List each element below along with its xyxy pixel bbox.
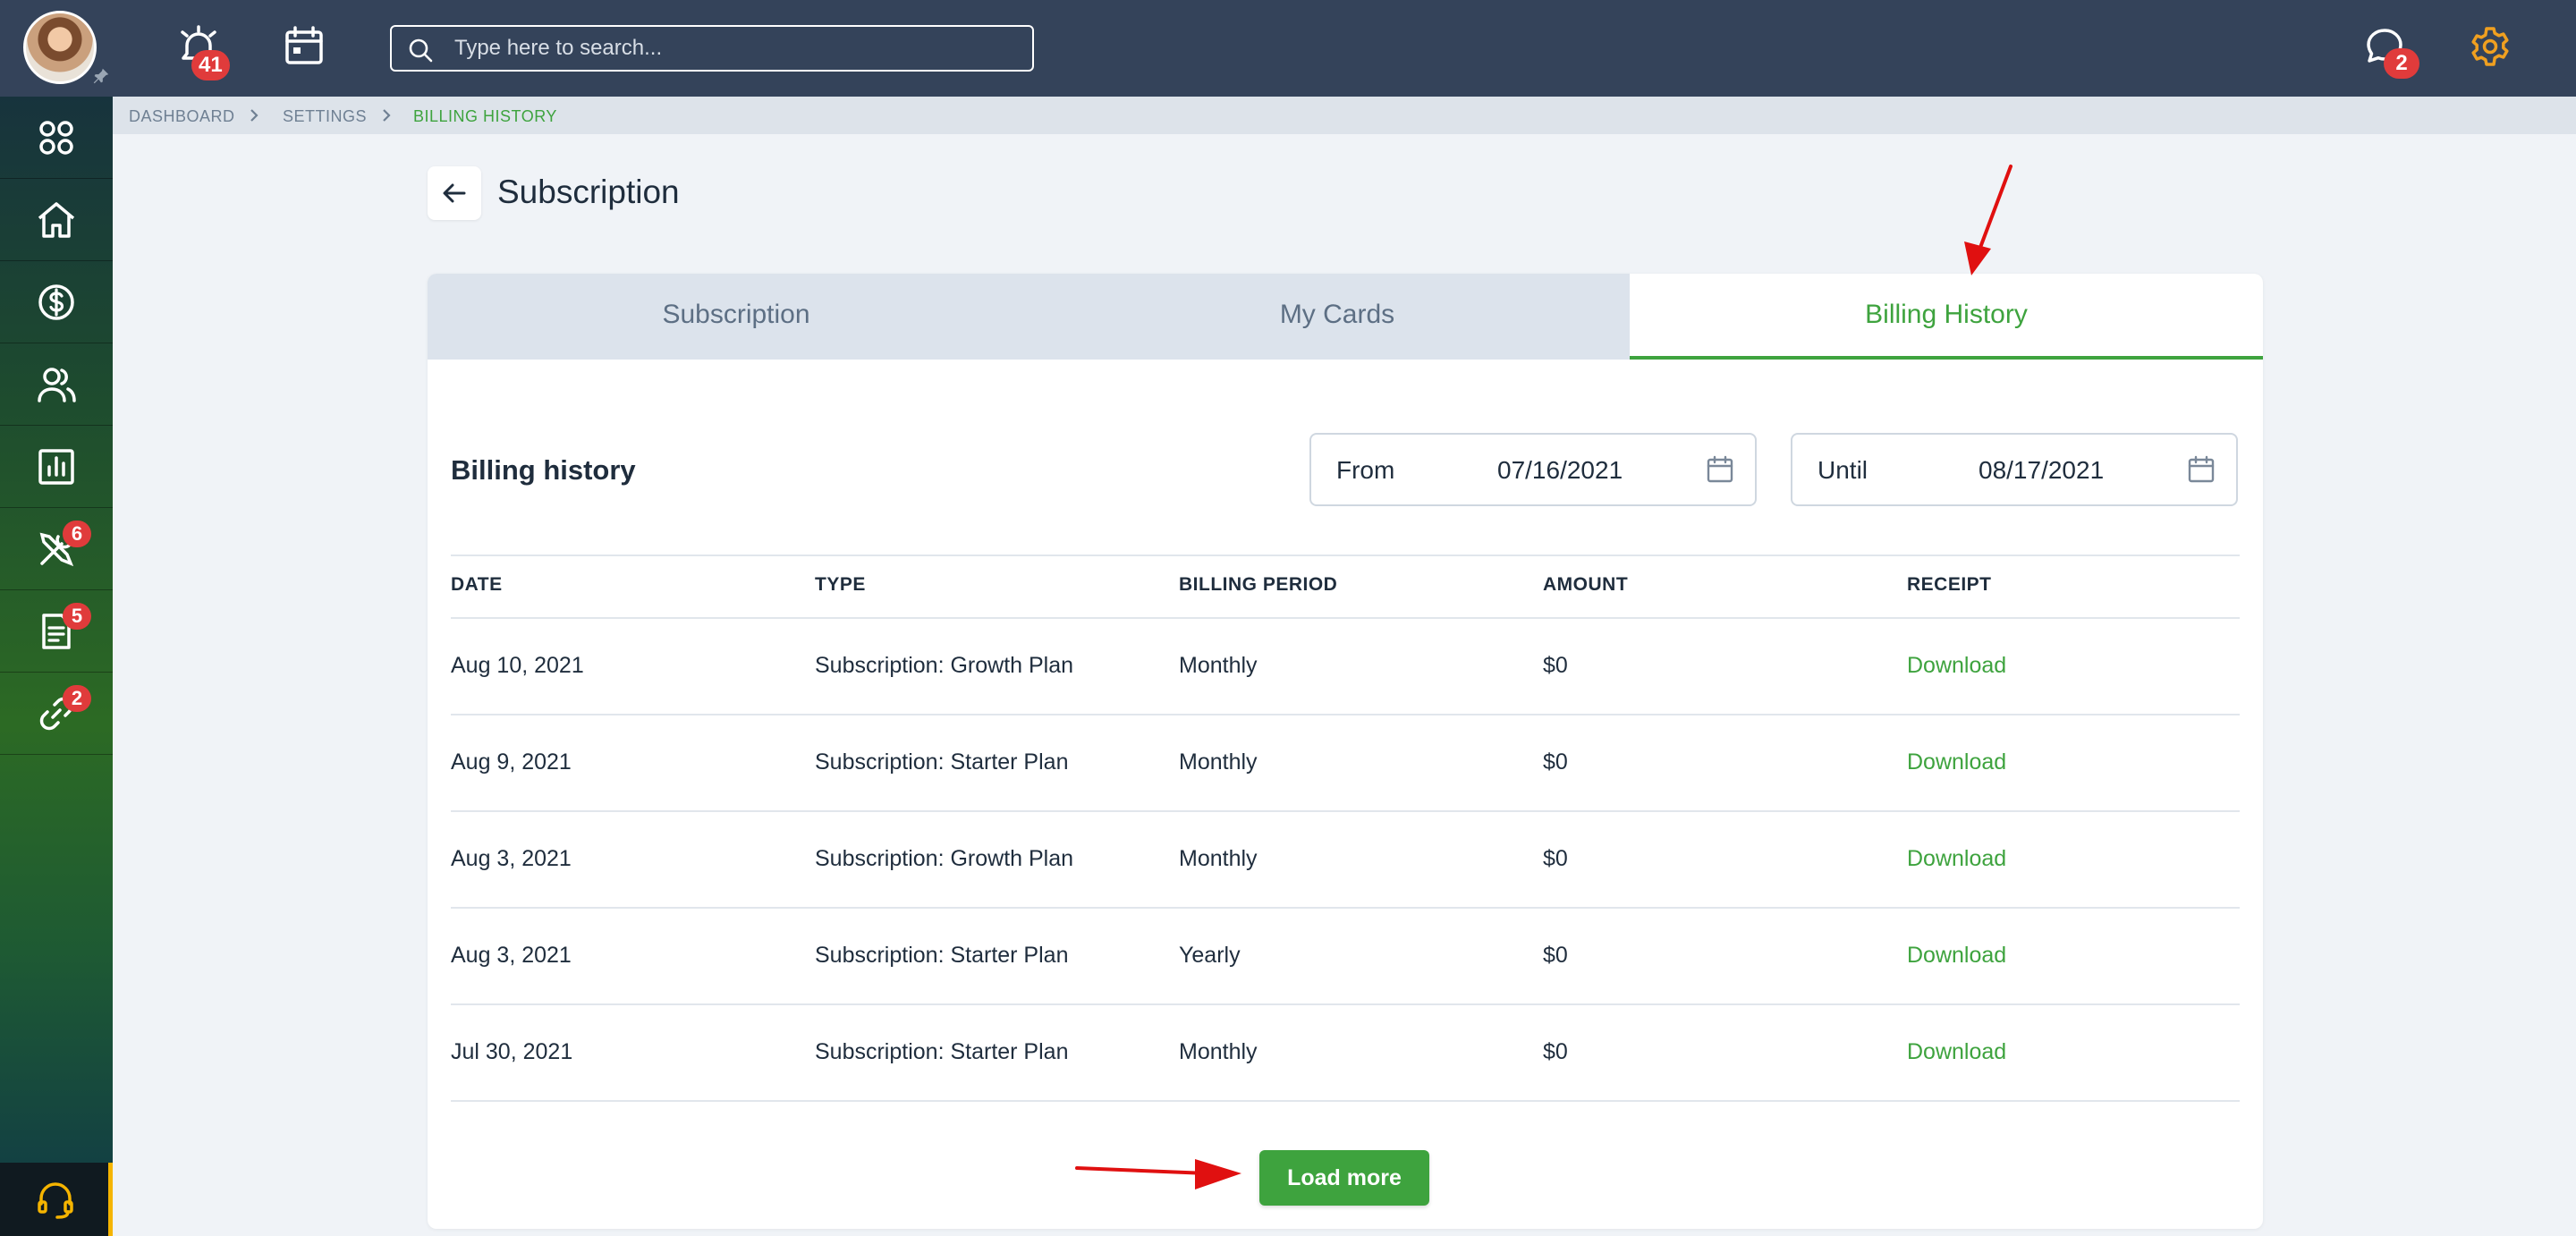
load-more-button[interactable]: Load more <box>1259 1150 1429 1206</box>
column-header-type: TYPE <box>815 574 866 595</box>
table-row-type: Subscription: Starter Plan <box>815 1039 1069 1064</box>
table-row-amount: $0 <box>1543 749 1568 775</box>
subscription-panel: Subscription My Cards Billing History Bi… <box>428 274 2263 1229</box>
tab-billing-history[interactable]: Billing History <box>1630 274 2263 360</box>
chevron-right-icon <box>383 109 391 122</box>
table-row-type: Subscription: Starter Plan <box>815 943 1069 968</box>
table-row-period: Monthly <box>1179 749 1258 775</box>
table-row-date: Aug 10, 2021 <box>451 653 584 678</box>
download-receipt-link[interactable]: Download <box>1907 749 2006 775</box>
chart-icon <box>38 449 74 485</box>
sidebar-item-integrations[interactable]: 2 <box>0 673 113 755</box>
table-divider <box>451 1100 2240 1102</box>
sidebar-item-users[interactable] <box>0 343 113 426</box>
search-icon <box>409 38 433 63</box>
table-row-period: Yearly <box>1179 943 1241 968</box>
column-header-date: DATE <box>451 574 503 595</box>
documents-badge: 5 <box>63 603 91 630</box>
table-row-type: Subscription: Starter Plan <box>815 749 1069 775</box>
table-divider <box>451 714 2240 715</box>
billing-history-title: Billing history <box>451 454 636 486</box>
table-row-type: Subscription: Growth Plan <box>815 846 1074 871</box>
breadcrumb-settings[interactable]: SETTINGS <box>283 107 367 126</box>
notifications-badge: 41 <box>191 50 230 80</box>
table-row-amount: $0 <box>1543 1039 1568 1064</box>
breadcrumb-billing-history: BILLING HISTORY <box>413 107 557 125</box>
table-divider <box>451 810 2240 812</box>
table-divider <box>451 555 2240 556</box>
gear-icon[interactable] <box>2467 23 2513 70</box>
column-header-amount: AMOUNT <box>1543 574 1629 595</box>
download-receipt-link[interactable]: Download <box>1907 653 2006 679</box>
download-receipt-link[interactable]: Download <box>1907 1039 2006 1065</box>
sidebar: 6 5 2 <box>0 97 113 1236</box>
download-receipt-link[interactable]: Download <box>1907 943 2006 969</box>
table-divider <box>451 907 2240 909</box>
from-date-value: 07/16/2021 <box>1497 456 1623 484</box>
table-row-date: Aug 3, 2021 <box>451 943 572 968</box>
arrow-left-icon <box>443 183 466 203</box>
users-icon <box>38 368 76 402</box>
sidebar-item-documents[interactable]: 5 <box>0 590 113 673</box>
download-receipt-link[interactable]: Download <box>1907 846 2006 872</box>
until-label: Until <box>1818 456 1868 484</box>
table-row-date: Jul 30, 2021 <box>451 1039 573 1064</box>
messages-badge: 2 <box>2384 48 2419 79</box>
search-input[interactable] <box>454 32 1009 64</box>
apps-grid-icon <box>39 121 73 155</box>
dollar-circle-icon <box>38 284 74 320</box>
annotation-arrow-icon <box>1964 165 2012 275</box>
until-date-field[interactable]: Until 08/17/2021 <box>1791 433 2238 506</box>
user-avatar[interactable] <box>23 11 97 84</box>
sidebar-item-apps[interactable] <box>0 97 113 179</box>
sidebar-support[interactable] <box>0 1163 113 1236</box>
headset-icon <box>38 1182 73 1219</box>
search-box[interactable] <box>390 25 1034 72</box>
table-row-period: Monthly <box>1179 653 1258 678</box>
table-divider <box>451 617 2240 619</box>
calendar-icon[interactable] <box>2186 454 2216 485</box>
calendar-icon[interactable] <box>281 23 327 70</box>
tools-badge: 6 <box>63 521 91 547</box>
top-bar: 41 2 <box>0 0 2576 97</box>
table-row-period: Monthly <box>1179 1039 1258 1064</box>
sidebar-item-billing[interactable] <box>0 261 113 343</box>
table-row-amount: $0 <box>1543 846 1568 871</box>
until-date-value: 08/17/2021 <box>1979 456 2105 484</box>
table-divider <box>451 1003 2240 1005</box>
column-header-billing-period: BILLING PERIOD <box>1179 574 1338 595</box>
column-header-receipt: RECEIPT <box>1907 574 1992 595</box>
breadcrumb: DASHBOARD SETTINGS BILLING HISTORY <box>113 97 2576 134</box>
annotation-arrow-icon <box>1075 1159 1241 1189</box>
breadcrumb-dashboard[interactable]: DASHBOARD <box>129 107 235 126</box>
sidebar-item-home[interactable] <box>0 179 113 261</box>
from-label: From <box>1336 456 1395 484</box>
tab-subscription[interactable]: Subscription <box>428 274 1045 360</box>
chevron-right-icon <box>250 109 258 122</box>
integrations-badge: 2 <box>63 685 91 712</box>
pin-icon <box>93 68 109 84</box>
home-icon <box>38 202 75 238</box>
page-title: Subscription <box>497 174 680 210</box>
table-row-amount: $0 <box>1543 943 1568 968</box>
table-row-date: Aug 3, 2021 <box>451 846 572 871</box>
back-button[interactable] <box>428 166 481 220</box>
table-row-type: Subscription: Growth Plan <box>815 653 1074 678</box>
table-row-date: Aug 9, 2021 <box>451 749 572 775</box>
table-row-amount: $0 <box>1543 653 1568 678</box>
tab-bar: Subscription My Cards Billing History <box>428 274 2263 360</box>
sidebar-item-reports[interactable] <box>0 426 113 508</box>
tab-my-cards[interactable]: My Cards <box>1045 274 1630 360</box>
table-row-period: Monthly <box>1179 846 1258 871</box>
sidebar-item-tools[interactable]: 6 <box>0 508 113 590</box>
from-date-field[interactable]: From 07/16/2021 <box>1309 433 1757 506</box>
calendar-icon[interactable] <box>1705 454 1735 485</box>
